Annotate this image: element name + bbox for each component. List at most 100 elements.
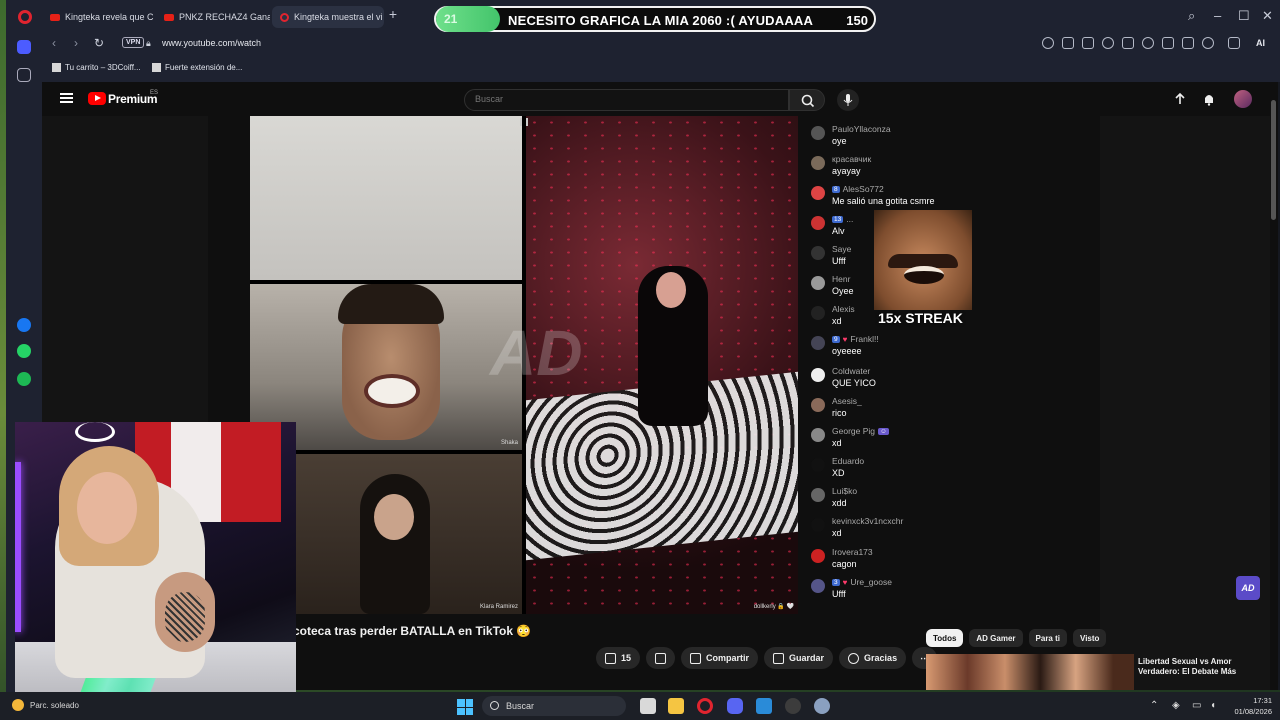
new-tab-button[interactable]: +: [386, 7, 400, 22]
whatsapp-icon[interactable]: [17, 344, 31, 358]
menu-icon[interactable]: [1182, 37, 1194, 49]
volume-icon[interactable]: ◖: [1210, 700, 1216, 711]
tab-1[interactable]: Kingteka revela que CHO: [42, 6, 154, 28]
messenger-icon[interactable]: [17, 318, 31, 332]
member-badge: 9: [832, 335, 840, 343]
chat-username[interactable]: Eduardo: [832, 456, 864, 466]
settings-icon[interactable]: [814, 698, 830, 714]
chat-username[interactable]: Lui$ko: [832, 486, 857, 496]
recommendation-chips: Todos AD Gamer Para ti Visto: [926, 629, 1107, 647]
video-title: coteca tras perder BATALLA en TikTok 😳: [293, 624, 532, 638]
chat-username[interactable]: PauloYllaconza: [832, 124, 891, 134]
chat-username[interactable]: Alexis: [832, 304, 855, 314]
chat-username[interactable]: George Pig: [832, 426, 875, 436]
profile-icon[interactable]: [1202, 37, 1214, 49]
play-icon[interactable]: [1122, 37, 1134, 49]
vpn-badge[interactable]: VPN: [122, 37, 145, 48]
chip-all[interactable]: Todos: [926, 629, 964, 647]
chat-username[interactable]: Frankl!!: [850, 334, 878, 344]
chip-watched[interactable]: Visto: [1073, 629, 1107, 647]
chat-message: Henr Oyee: [811, 274, 854, 296]
bookmarks-icon[interactable]: [17, 68, 31, 82]
bookmark-label: Fuerte extensión de...: [165, 63, 243, 72]
dislike-button[interactable]: [646, 647, 676, 669]
recommended-video-title[interactable]: Libertad Sexual vs Amor Verdadero: El De…: [1138, 657, 1262, 677]
bookmark-item[interactable]: Fuerte extensión de...: [152, 63, 242, 72]
search-input[interactable]: [475, 94, 775, 104]
voice-search-button[interactable]: [837, 89, 859, 111]
shield-icon[interactable]: [1102, 37, 1114, 49]
heart-icon[interactable]: [1142, 37, 1154, 49]
minimize-button[interactable]: –: [1214, 8, 1221, 23]
bookmark-item[interactable]: Tu carrito – 3DCoiff...: [52, 63, 141, 72]
chat-username[interactable]: kevinxck3v1ncxchr: [832, 516, 903, 526]
task-view-icon[interactable]: [640, 698, 656, 714]
recommended-video-thumbnail[interactable]: [926, 654, 1134, 690]
upload-icon[interactable]: [1173, 92, 1187, 106]
save-button[interactable]: Guardar: [764, 647, 834, 669]
hamburger-menu-icon[interactable]: [60, 93, 73, 103]
taskbar-search[interactable]: Buscar: [482, 696, 626, 716]
heart-badge-icon: ♥: [842, 334, 848, 344]
reload-button[interactable]: ↻: [94, 36, 104, 50]
close-button[interactable]: ✕: [1262, 8, 1273, 24]
chat-username[interactable]: Henr: [832, 274, 850, 284]
alert-message: NECESITO GRAFICA LA MIA 2060 :( AYUDAAAA: [508, 13, 814, 28]
chat-username[interactable]: ...: [846, 214, 853, 224]
search-field[interactable]: [464, 89, 789, 111]
url-text[interactable]: www.youtube.com/watch: [162, 38, 261, 48]
alert-count: 150: [846, 13, 868, 28]
display-icon[interactable]: ▭: [1192, 700, 1201, 711]
user-avatar[interactable]: [1234, 90, 1252, 108]
camera-icon[interactable]: [1082, 37, 1094, 49]
zoom-icon[interactable]: [1042, 37, 1054, 49]
page-scrollbar[interactable]: [1270, 82, 1278, 690]
start-button[interactable]: [457, 699, 473, 715]
chat-username[interactable]: Ure_goose: [850, 577, 892, 587]
file-explorer-icon[interactable]: [668, 698, 684, 714]
taskbar-search-label: Buscar: [506, 701, 535, 711]
chat-username[interactable]: красавчик: [832, 154, 871, 164]
home-icon[interactable]: [17, 40, 31, 54]
edit-icon[interactable]: [1062, 37, 1074, 49]
chat-text: Alv: [832, 226, 845, 236]
download-icon[interactable]: [1162, 37, 1174, 49]
opera-logo-icon[interactable]: [18, 10, 32, 24]
notifications-bell-icon[interactable]: [1202, 92, 1216, 106]
streak-meme-image: [874, 210, 972, 310]
scrollbar-thumb[interactable]: [1271, 100, 1276, 220]
thanks-button[interactable]: Gracias: [839, 647, 907, 669]
forward-button[interactable]: ›: [74, 36, 78, 50]
chat-username[interactable]: Saye: [832, 244, 851, 254]
discord-icon[interactable]: [727, 698, 743, 714]
app-icon[interactable]: [756, 698, 772, 714]
back-button[interactable]: ‹: [52, 36, 56, 50]
pause-icon[interactable]: [520, 118, 528, 126]
opera-favicon-icon: [280, 12, 289, 22]
steam-icon[interactable]: [785, 698, 801, 714]
tray-chevron-icon[interactable]: ⌃: [1150, 700, 1158, 711]
video-player[interactable]: Shaka Klara Ramirez dollkerly 🔒 🤍 AD: [250, 116, 798, 614]
chip-ad-gamer[interactable]: AD Gamer: [969, 629, 1023, 647]
like-button[interactable]: 15: [596, 647, 641, 669]
network-icon[interactable]: ◈: [1172, 700, 1180, 711]
weather-widget[interactable]: Parc. soleado: [12, 699, 79, 711]
chip-for-you[interactable]: Para ti: [1028, 629, 1067, 647]
chat-username[interactable]: Irovera173: [832, 547, 873, 557]
maximize-button[interactable]: ☐: [1238, 8, 1250, 24]
chat-username[interactable]: AlesSo772: [843, 184, 884, 194]
share-button[interactable]: Compartir: [681, 647, 759, 669]
tab-2[interactable]: PNKZ RECHAZ4 Ganar: [156, 6, 270, 28]
opera-taskbar-icon[interactable]: [697, 698, 713, 714]
tab-3-active[interactable]: Kingteka muestra el vi: [272, 6, 384, 28]
aria-ai-button[interactable]: AI: [1256, 38, 1265, 48]
chat-username[interactable]: Coldwater: [832, 366, 870, 376]
search-tabs-icon[interactable]: ⌕: [1188, 8, 1195, 24]
clock[interactable]: 17:31 01/08/2026: [1234, 695, 1272, 717]
search-button[interactable]: [789, 89, 825, 111]
chat-username[interactable]: Asesis_: [832, 396, 862, 406]
extensions-icon[interactable]: [1228, 37, 1240, 49]
youtube-logo-icon[interactable]: [88, 92, 106, 105]
spotify-icon[interactable]: [17, 372, 31, 386]
chat-message: Irovera173 cagon: [811, 547, 873, 569]
